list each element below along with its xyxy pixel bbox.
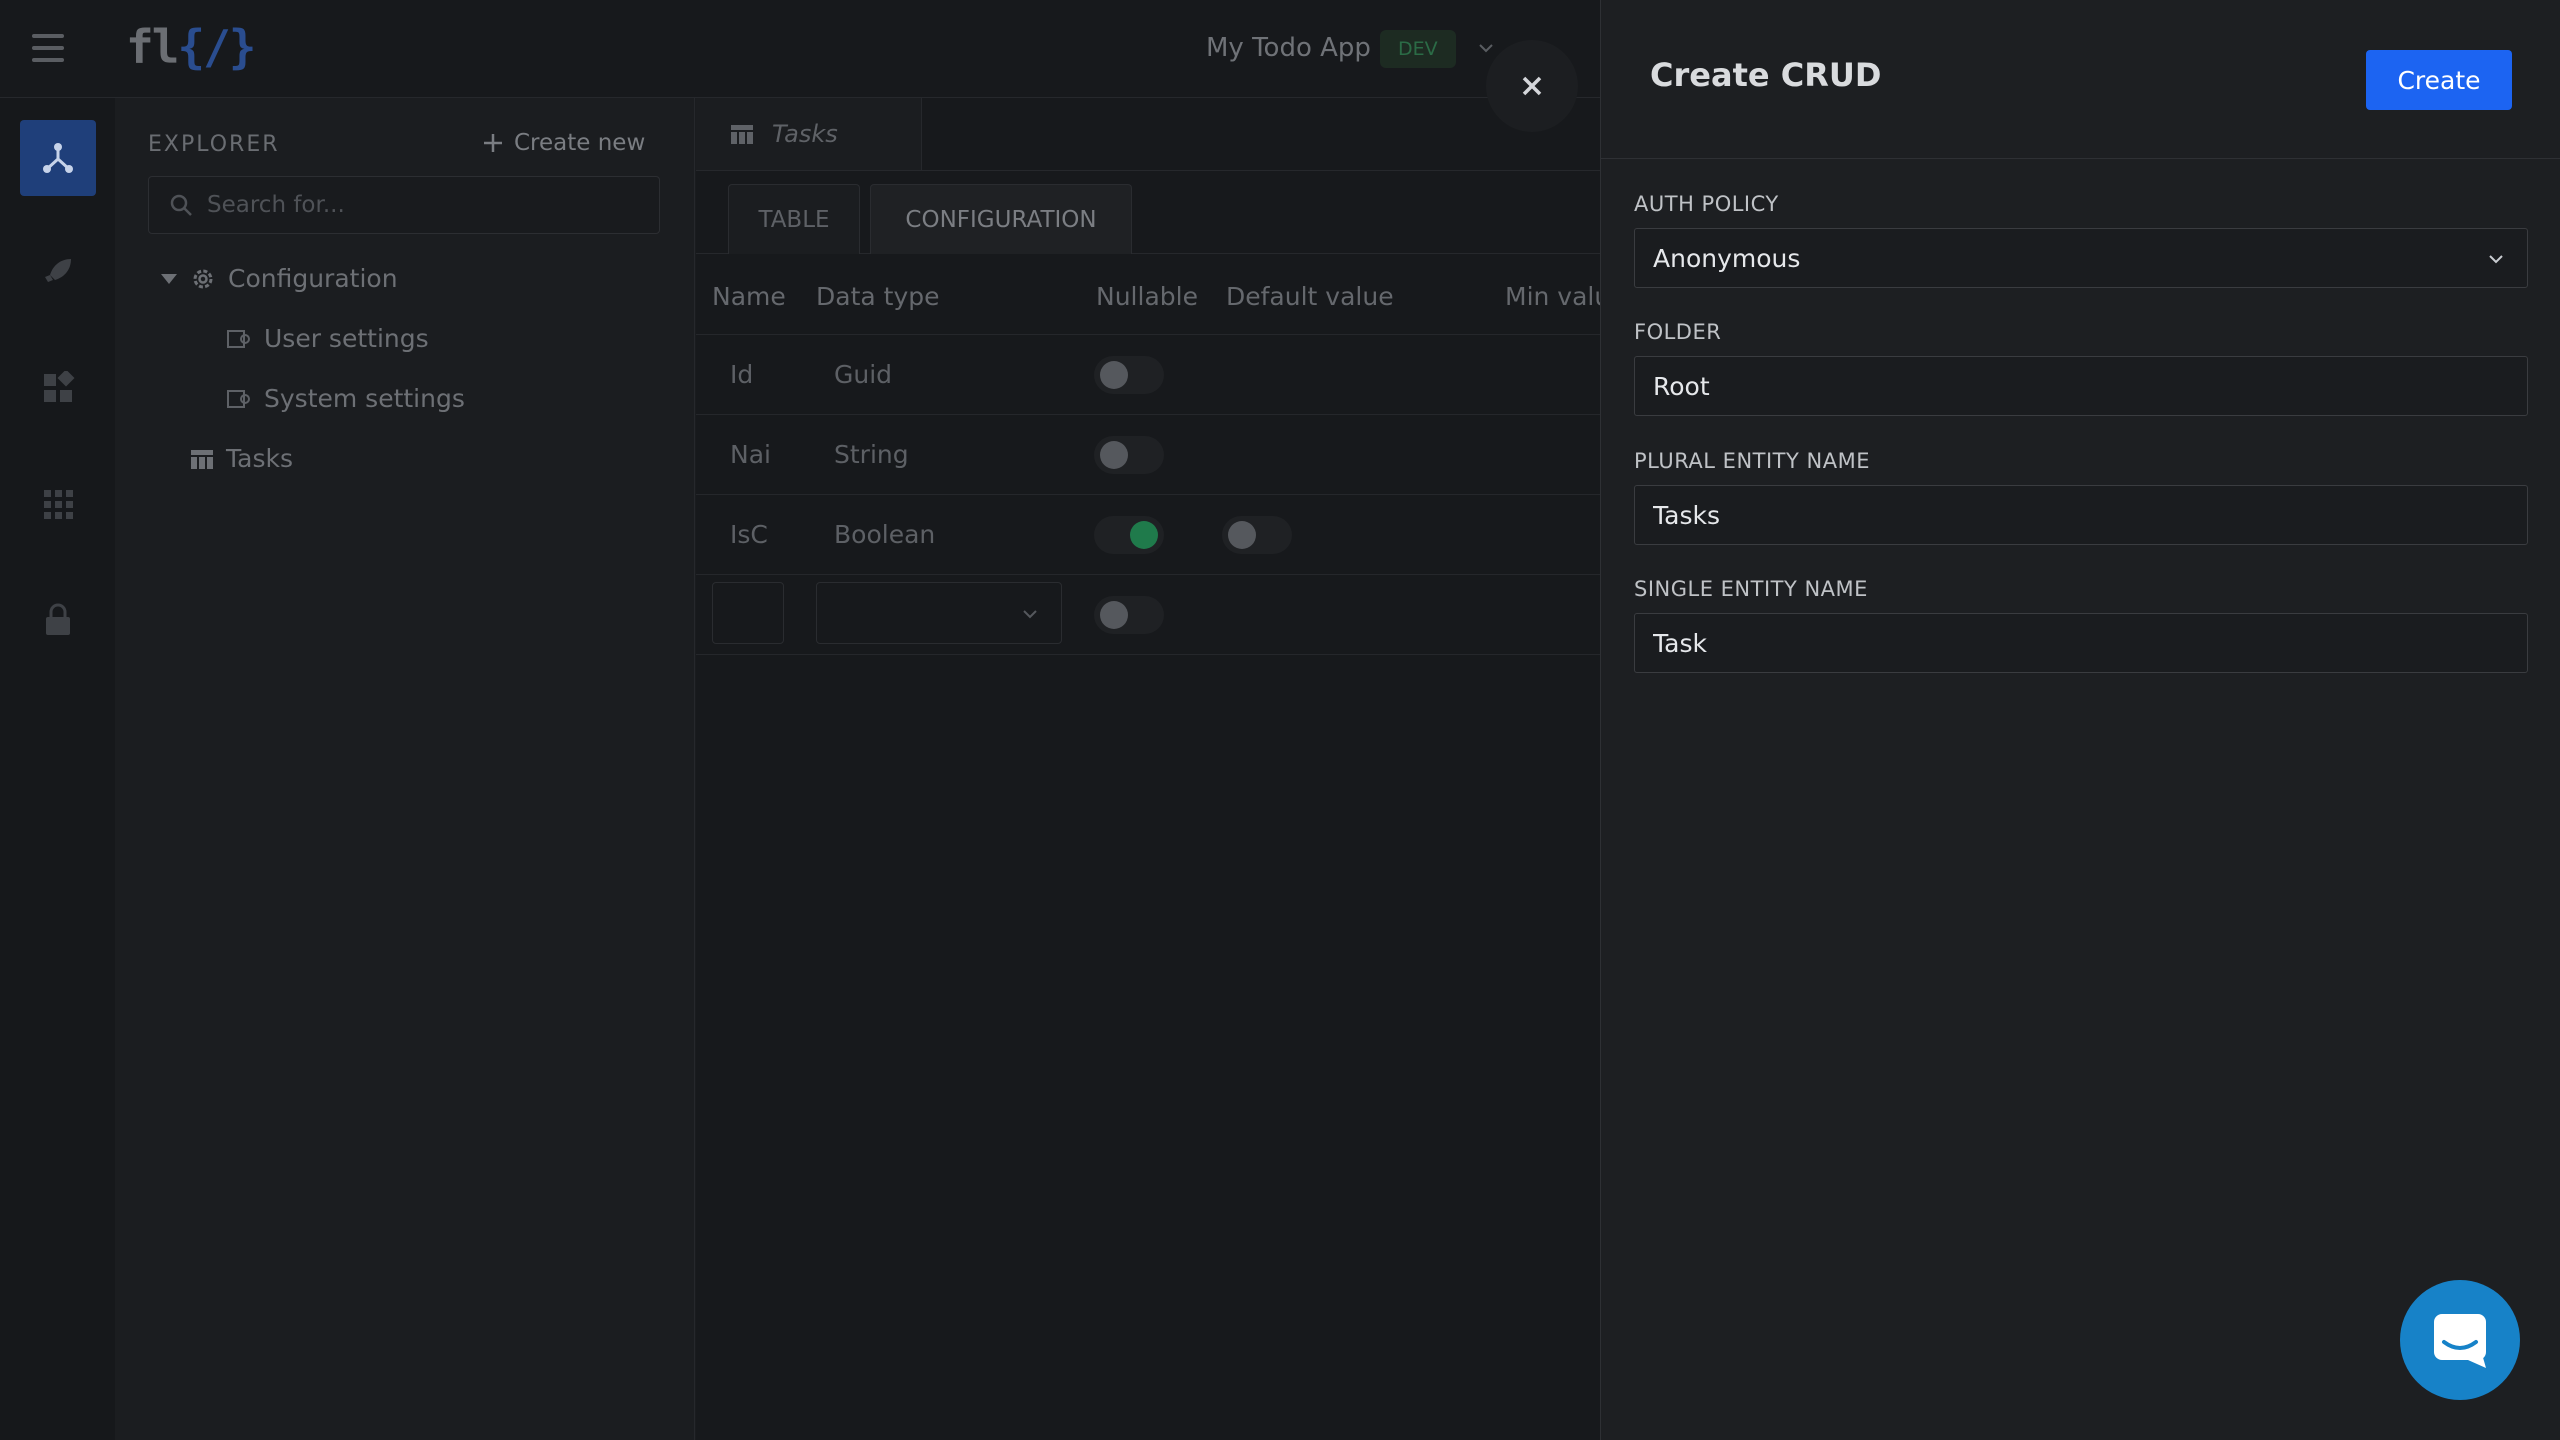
nullable-toggle[interactable] (1094, 596, 1164, 634)
single-entity-name-label: SINGLE ENTITY NAME (1634, 577, 1868, 601)
drawer-divider (1601, 158, 2560, 159)
plural-entity-name-field[interactable] (1634, 485, 2528, 545)
tab-configuration[interactable]: CONFIGURATION (870, 184, 1132, 254)
chevron-down-icon (2489, 255, 2503, 264)
settings-file-icon (227, 329, 250, 348)
column-header-nullable: Nullable (1096, 282, 1198, 311)
cell-name[interactable]: IsC (730, 520, 768, 549)
cell-data-type[interactable]: Boolean (834, 520, 935, 549)
column-header-name: Name (712, 282, 786, 311)
plus-icon (484, 134, 502, 152)
row-divider (696, 654, 1600, 655)
create-button[interactable]: Create (2366, 50, 2512, 110)
table-icon (191, 449, 213, 469)
chat-icon (2434, 1314, 2486, 1368)
tree-item-label: User settings (264, 324, 429, 353)
folder-field[interactable] (1634, 356, 2528, 416)
create-new-button[interactable]: Create new (482, 130, 645, 156)
rail-rocket-icon[interactable] (20, 234, 96, 310)
table-icon (731, 125, 753, 144)
cell-name[interactable]: Nai (730, 440, 782, 469)
nullable-toggle[interactable] (1094, 436, 1164, 474)
close-drawer-button[interactable] (1486, 40, 1578, 132)
folder-label: FOLDER (1634, 320, 1722, 344)
tab-table[interactable]: TABLE (728, 184, 860, 254)
gear-icon (193, 269, 213, 288)
rail-graph-icon[interactable] (20, 120, 96, 196)
default-value-toggle[interactable] (1222, 516, 1292, 554)
explorer-panel (115, 98, 695, 1440)
tree-item-label: Tasks (226, 444, 293, 473)
close-icon (1522, 76, 1542, 96)
auth-policy-label: AUTH POLICY (1634, 192, 1779, 216)
search-icon (170, 194, 192, 216)
settings-file-icon (227, 389, 250, 408)
tree-item-label: Configuration (228, 264, 398, 293)
environment-badge[interactable]: DEV (1380, 30, 1456, 68)
column-header-default-value: Default value (1226, 282, 1394, 311)
cell-data-type[interactable]: String (834, 440, 909, 469)
chat-launcher-button[interactable] (2400, 1280, 2520, 1400)
new-column-name-input[interactable] (712, 582, 784, 644)
plural-entity-name-input[interactable] (1653, 500, 2513, 530)
app-name[interactable]: My Todo App (1206, 33, 1371, 63)
search-input[interactable] (207, 192, 647, 218)
row-divider (696, 494, 1600, 495)
nullable-toggle[interactable] (1094, 516, 1164, 554)
logo-brace: {/} (177, 20, 256, 74)
nullable-toggle[interactable] (1094, 356, 1164, 394)
drawer-title: Create CRUD (1650, 56, 1882, 94)
new-column-type-select[interactable] (816, 582, 1062, 644)
single-entity-name-input[interactable] (1653, 628, 2513, 658)
auth-policy-select[interactable]: Anonymous (1634, 228, 2528, 288)
row-divider (696, 334, 1600, 335)
column-header-min-value: Min valu (1505, 282, 1600, 311)
column-header-data-type: Data type (816, 282, 940, 311)
create-crud-drawer (1600, 0, 2560, 1440)
explorer-search[interactable] (148, 176, 660, 234)
hamburger-menu-icon[interactable] (32, 34, 64, 62)
create-new-label: Create new (514, 130, 646, 156)
row-divider (696, 574, 1600, 575)
tree-item-configuration[interactable]: Configuration (160, 264, 398, 293)
rail-lock-icon[interactable] (20, 582, 96, 658)
tree-item-user-settings[interactable]: User settings (226, 324, 429, 353)
rail-widgets-icon[interactable] (20, 350, 96, 426)
tree-item-label: System settings (264, 384, 465, 413)
cell-name[interactable]: Id (730, 360, 753, 389)
app-logo[interactable]: fl{/} (126, 20, 256, 74)
auth-policy-value: Anonymous (1653, 243, 1801, 273)
tree-item-system-settings[interactable]: System settings (226, 384, 465, 413)
plural-entity-name-label: PLURAL ENTITY NAME (1634, 449, 1870, 473)
chevron-down-icon[interactable] (1476, 38, 1496, 58)
single-entity-name-field[interactable] (1634, 613, 2528, 673)
logo-text: fl (126, 20, 179, 74)
chevron-down-icon (1023, 610, 1037, 619)
rail-grid-icon[interactable] (20, 466, 96, 542)
folder-input[interactable] (1653, 371, 2513, 401)
document-tab-tasks[interactable]: Tasks (696, 98, 922, 170)
row-divider (696, 414, 1600, 415)
caret-down-icon[interactable] (160, 272, 178, 286)
document-tab-label: Tasks (772, 120, 838, 148)
tree-item-tasks[interactable]: Tasks (190, 444, 293, 473)
icon-rail (0, 98, 115, 1440)
cell-data-type[interactable]: Guid (834, 360, 892, 389)
explorer-title: EXPLORER (148, 132, 280, 157)
